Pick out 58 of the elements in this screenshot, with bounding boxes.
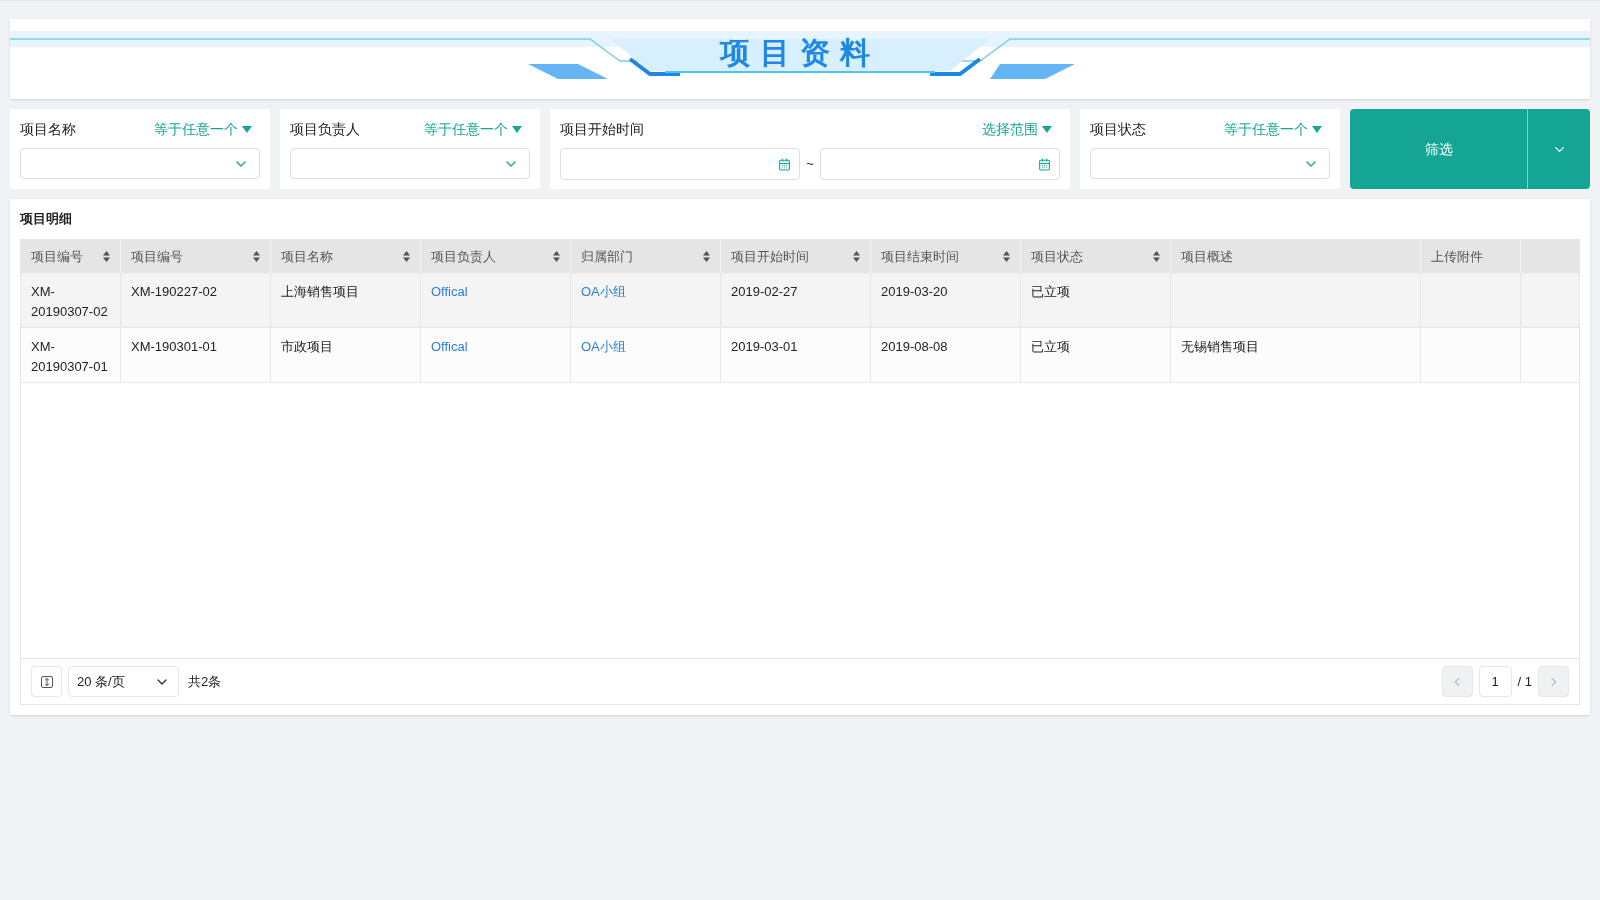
table-link[interactable]: OA小组: [581, 339, 626, 354]
table-cell: 2019-08-08: [881, 339, 948, 354]
page-count: / 1: [1517, 672, 1532, 691]
filter-mode-dropdown[interactable]: 选择范围: [982, 119, 1052, 140]
sort-icon: [103, 251, 110, 262]
table-link[interactable]: Offical: [431, 339, 468, 354]
table-cell: 上海销售项目: [281, 284, 359, 299]
select-field[interactable]: [290, 148, 530, 179]
caret-icon: [242, 126, 252, 134]
sort-icon: [1153, 251, 1160, 262]
table-cell: XM-190301-01: [131, 339, 217, 354]
sort-icon: [1003, 251, 1010, 262]
table-cell: 无锡销售项目: [1181, 339, 1259, 354]
table-row[interactable]: XM-20190307-02 XM-190227-02 上海销售项目 Offical OA小组 2019-02-27 2019-03-20 已立项: [21, 273, 1579, 328]
table-cell: 2019-03-20: [881, 284, 948, 299]
select-field[interactable]: [20, 148, 260, 179]
sort-icon: [703, 251, 710, 262]
table-link[interactable]: Offical: [431, 284, 468, 299]
filter-label: 项目状态: [1090, 120, 1146, 140]
filter-mode-dropdown[interactable]: 等于任意一个: [154, 119, 252, 141]
filter-options-button[interactable]: [1527, 109, 1590, 189]
sort-icon: [403, 251, 410, 262]
table-cell: XM-190227-02: [131, 284, 217, 299]
filter-mode-dropdown[interactable]: 等于任意一个: [424, 119, 522, 141]
page-size-select[interactable]: 20 条/页: [68, 666, 179, 697]
select-field[interactable]: [1090, 148, 1330, 179]
table-cell: 市政项目: [281, 339, 333, 354]
next-page-button[interactable]: [1538, 666, 1569, 697]
section-title: 项目明细: [20, 210, 73, 228]
caret-icon: [512, 126, 522, 134]
sort-icon: [853, 251, 860, 262]
column-toggle-button[interactable]: [31, 666, 62, 697]
fit-height-icon: [40, 675, 53, 688]
table-cell: XM-20190307-02: [31, 284, 108, 319]
table-cell: 已立项: [1031, 339, 1070, 354]
calendar-icon: [1038, 157, 1051, 171]
table-cell: 2019-03-01: [731, 339, 798, 354]
date-field[interactable]: [560, 148, 801, 180]
filter-label: 项目开始时间: [560, 120, 644, 139]
filter-label: 项目负责人: [290, 120, 360, 140]
page-title: 项目资料: [720, 35, 880, 71]
filter-label: 项目名称: [20, 120, 76, 140]
sort-icon: [253, 251, 260, 262]
table-link[interactable]: OA小组: [581, 284, 626, 299]
table-cell: 2019-02-27: [731, 284, 798, 299]
date-field[interactable]: [819, 148, 1060, 180]
sort-icon: [553, 251, 560, 262]
total-count: 共2条: [188, 672, 222, 691]
previous-page-button[interactable]: [1441, 666, 1473, 697]
table-row[interactable]: XM-20190307-01 XM-190301-01 市政项目 Offical OA小组 2019-03-01 2019-08-08 已立项 无锡销售项目: [21, 328, 1579, 383]
table-cell: XM-20190307-01: [31, 339, 108, 374]
table-cell: 已立项: [1031, 284, 1070, 299]
page-number-field[interactable]: 1: [1478, 666, 1512, 697]
calendar-icon: [778, 157, 792, 171]
caret-icon: [1042, 126, 1052, 133]
caret-icon: [1312, 126, 1322, 134]
range-separator: ~: [806, 155, 814, 174]
filter-mode-dropdown[interactable]: 等于任意一个: [1224, 119, 1322, 141]
